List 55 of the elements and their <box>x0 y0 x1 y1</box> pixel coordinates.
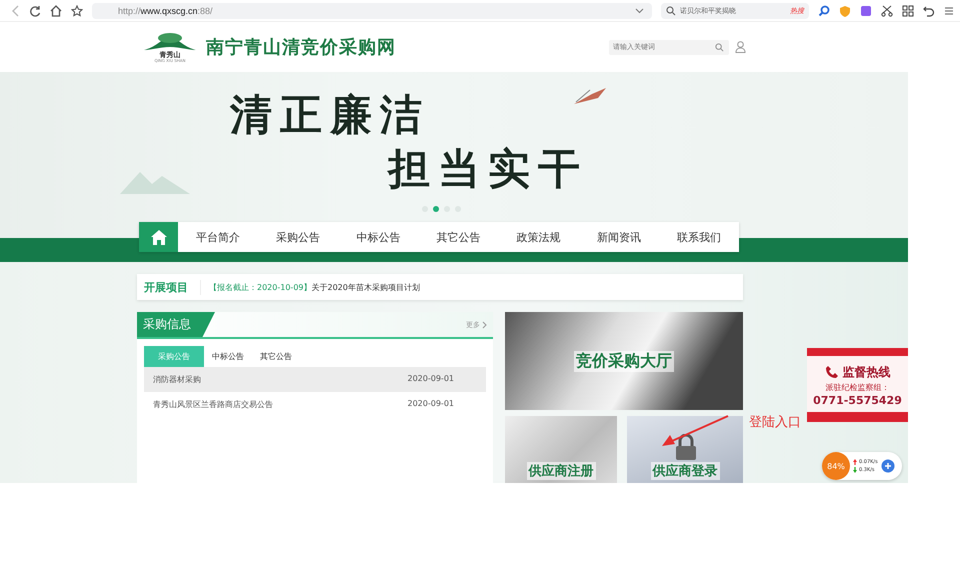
hall-tile[interactable]: 竞价采购大厅 <box>505 312 743 410</box>
undo-icon[interactable] <box>923 4 935 16</box>
lock-icon <box>675 434 697 460</box>
list-row[interactable]: 青秀山风景区兰香路商店交易公告 2020-09-01 <box>144 392 486 417</box>
tab[interactable]: 其它公告 <box>252 346 300 367</box>
tree-icon <box>142 32 198 52</box>
up-arrow-icon <box>853 459 857 465</box>
row-title: 青秀山风景区兰香路商店交易公告 <box>153 399 273 410</box>
search-icon[interactable] <box>818 4 830 16</box>
panel-title: 采购信息 <box>137 312 215 337</box>
nav-link[interactable]: 其它公告 <box>418 230 499 244</box>
project-title: 开展项目 <box>144 280 201 294</box>
tab[interactable]: 中标公告 <box>204 346 252 367</box>
user-icon[interactable] <box>735 41 746 53</box>
hotline-title: 监督热线 <box>842 364 890 380</box>
nav-link[interactable]: 采购公告 <box>258 230 338 244</box>
site-title: 南宁青山清竞价采购网 <box>206 36 396 59</box>
nav-link[interactable]: 平台简介 <box>178 230 258 244</box>
slogan-text: 担当实干 <box>386 143 588 195</box>
annotation-arrow <box>660 415 730 449</box>
home-nav-button[interactable] <box>139 222 178 252</box>
row-title: 消防器材采购 <box>153 374 201 385</box>
nav-link[interactable]: 新闻资讯 <box>578 230 659 244</box>
scissors-icon[interactable] <box>881 4 893 16</box>
address-bar[interactable]: http://www.qxscg.cn:88/ <box>92 2 652 18</box>
reload-icon[interactable] <box>29 4 41 16</box>
plus-icon[interactable] <box>880 459 895 473</box>
chevron-right-icon <box>482 320 487 328</box>
slogan-text: 清正廉洁 <box>230 89 431 141</box>
project-link[interactable]: 关于2020年苗木采购项目计划 <box>312 282 420 292</box>
carousel-dot[interactable] <box>433 206 439 212</box>
phone-icon <box>824 365 838 379</box>
hotline-phone: 0771-5575429 <box>813 394 902 406</box>
home-icon[interactable] <box>50 4 62 16</box>
memory-percent: 84% <box>822 452 850 480</box>
hotline-label: 派驻纪检监察组： <box>826 382 890 392</box>
row-date: 2020-09-01 <box>408 399 454 410</box>
annotation-text: 登陆入口 <box>749 414 801 431</box>
nav-link[interactable]: 联系我们 <box>658 230 739 244</box>
grid-icon[interactable] <box>902 4 914 16</box>
nav-link[interactable]: 中标公告 <box>338 230 418 244</box>
chevron-down-icon[interactable] <box>635 8 644 14</box>
register-tile[interactable]: 供应商注册 <box>505 416 617 483</box>
nav-link[interactable]: 政策法规 <box>498 230 579 244</box>
search-icon <box>666 6 676 16</box>
list-row[interactable]: 消防器材采购 2020-09-01 <box>144 367 486 392</box>
deadline-text: 【报名截止：2020-10-09】 <box>209 282 312 292</box>
down-arrow-icon <box>853 467 857 473</box>
hotline-banner[interactable]: 监督热线 派驻纪检监察组： 0771-5575429 <box>807 348 908 422</box>
star-icon[interactable] <box>71 4 83 16</box>
row-date: 2020-09-01 <box>408 374 454 385</box>
home-icon <box>150 230 166 244</box>
menu-icon[interactable] <box>944 6 954 16</box>
square-icon[interactable] <box>860 4 872 16</box>
login-tile[interactable]: 供应商登录 <box>627 416 743 483</box>
